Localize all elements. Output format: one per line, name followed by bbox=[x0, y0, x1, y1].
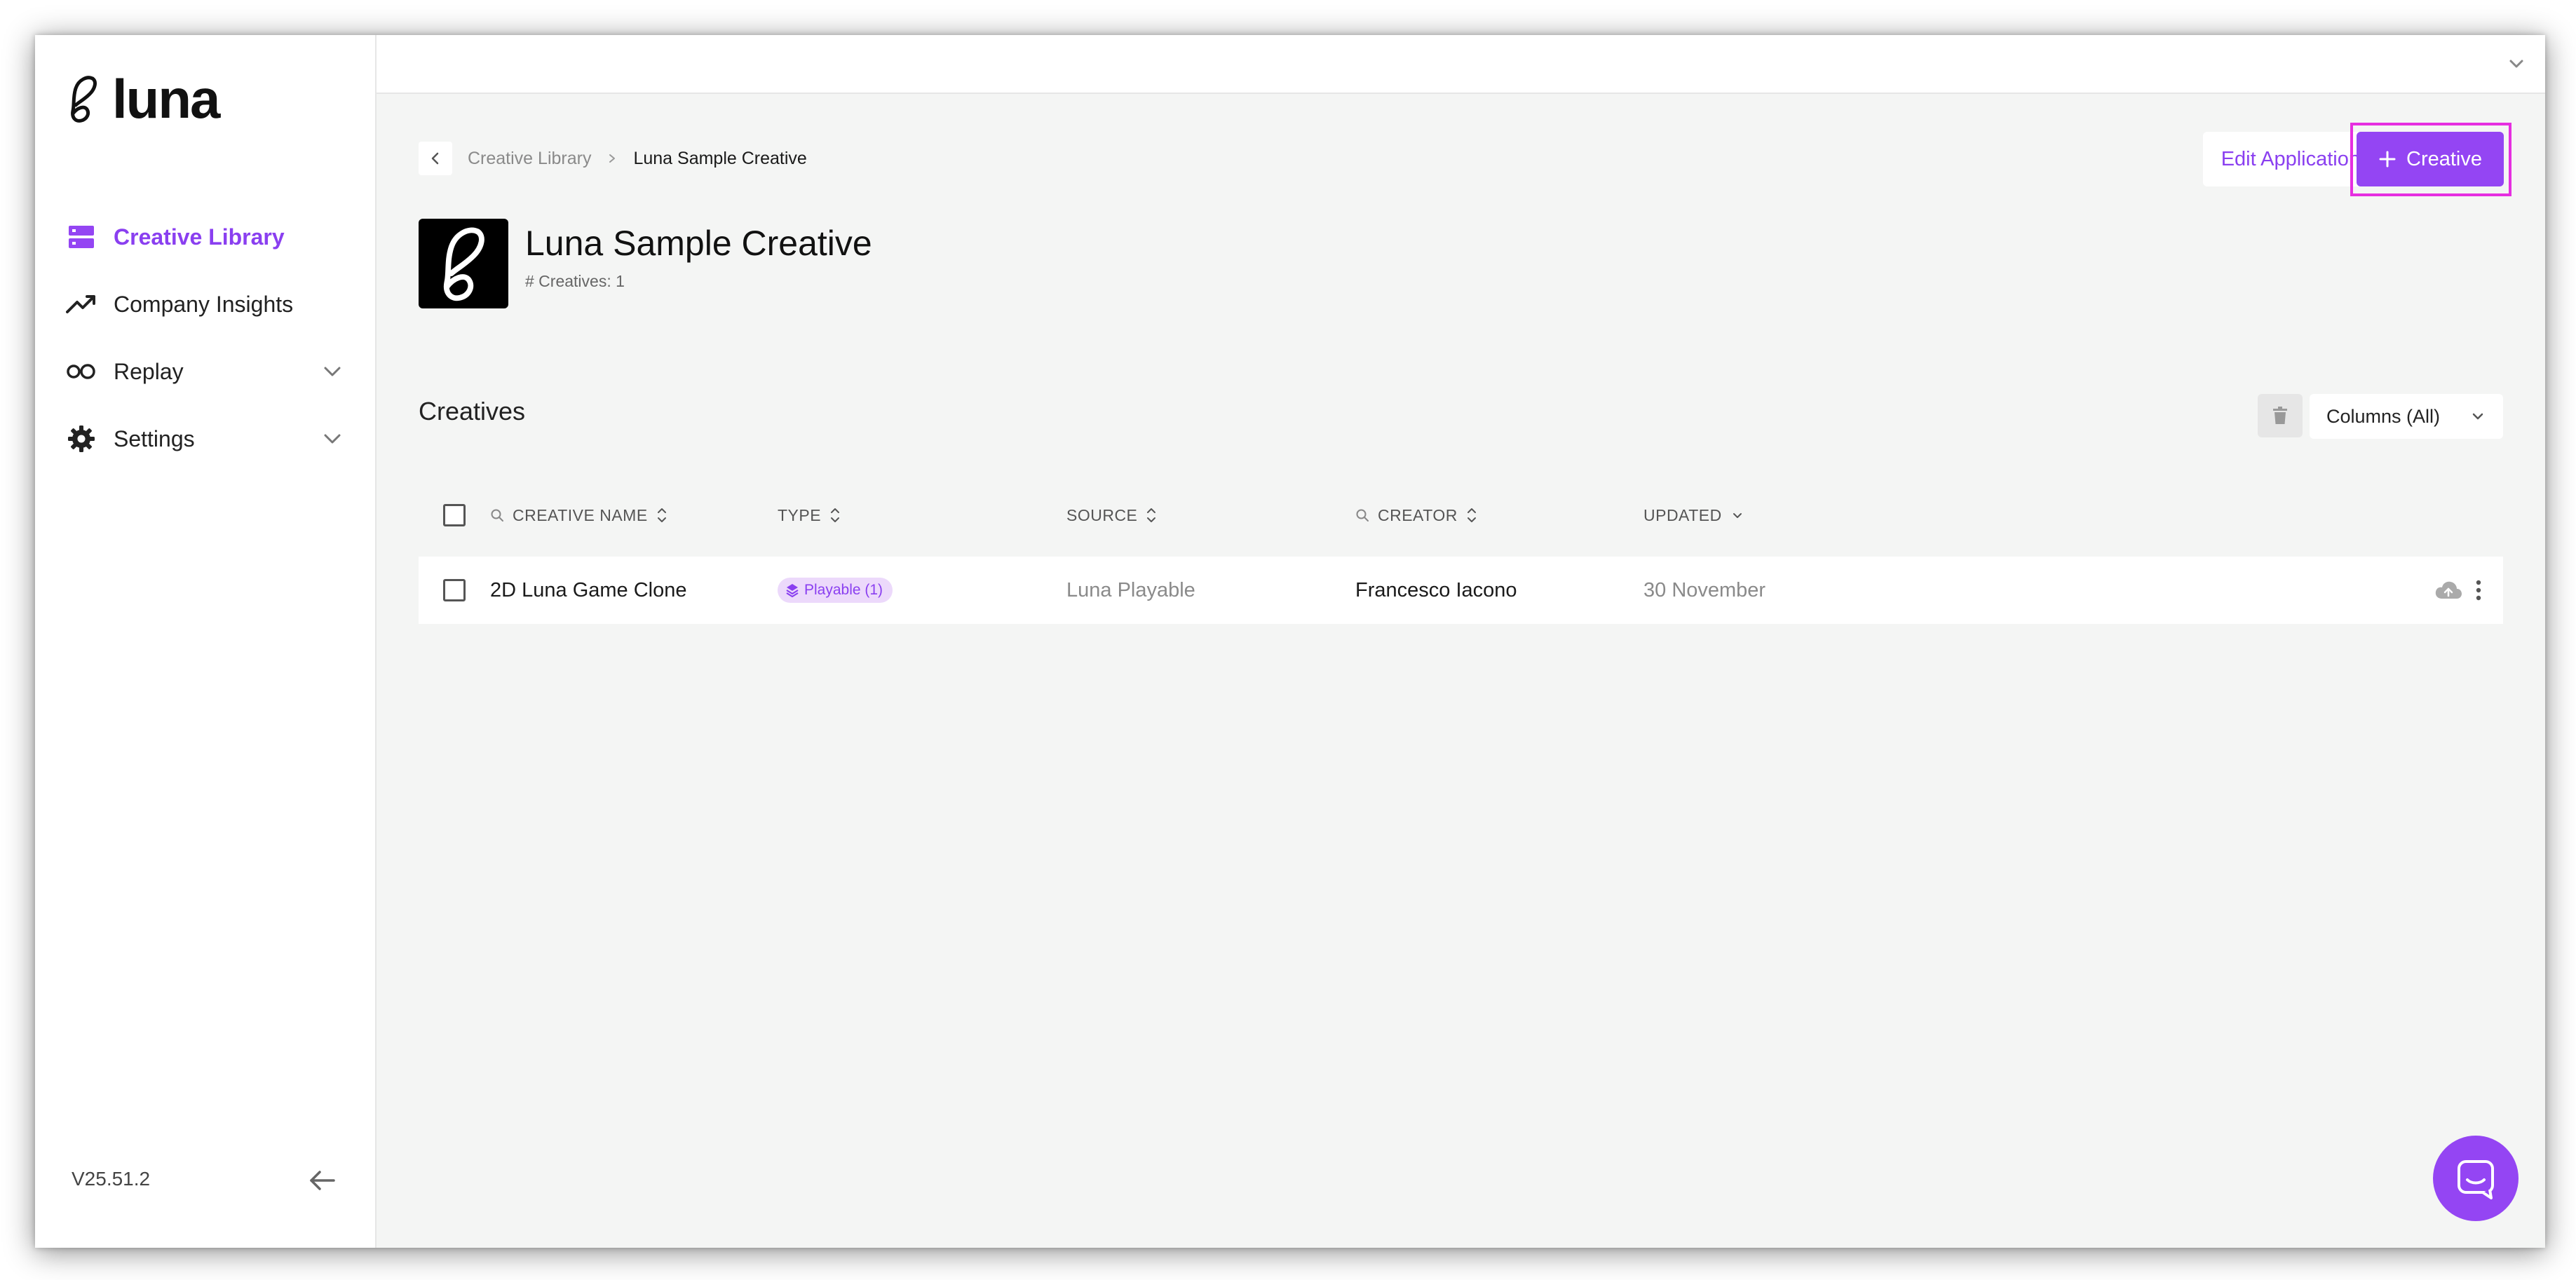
sidebar-item-replay[interactable]: Replay bbox=[66, 338, 346, 405]
column-header-source[interactable]: SOURCE bbox=[1066, 506, 1355, 525]
sidebar-item-company-insights[interactable]: Company Insights bbox=[66, 271, 346, 338]
chevron-down-icon[interactable] bbox=[1730, 508, 1744, 522]
column-header-updated[interactable]: UPDATED bbox=[1643, 506, 1924, 525]
chevron-down-icon bbox=[2472, 413, 2483, 420]
gear-icon bbox=[66, 423, 97, 454]
breadcrumb-current: Luna Sample Creative bbox=[633, 148, 807, 168]
row-select-cell bbox=[419, 579, 490, 601]
search-icon[interactable] bbox=[1355, 508, 1369, 522]
row-actions bbox=[2434, 557, 2482, 624]
chat-icon bbox=[2458, 1160, 2494, 1199]
top-bar bbox=[377, 35, 2545, 94]
column-header-label: UPDATED bbox=[1643, 505, 1722, 524]
creator-cell: Francesco Iacono bbox=[1355, 578, 1517, 601]
chevron-down-icon[interactable] bbox=[321, 360, 344, 383]
cloud-upload-icon[interactable] bbox=[2434, 580, 2462, 601]
column-header-name[interactable]: CREATIVE NAME bbox=[490, 506, 778, 525]
sidebar-item-creative-library[interactable]: Creative Library bbox=[66, 203, 346, 271]
columns-select[interactable]: Columns (All) bbox=[2310, 394, 2503, 439]
app-avatar bbox=[419, 219, 508, 308]
breadcrumb-link-creative-library[interactable]: Creative Library bbox=[468, 149, 591, 169]
back-button[interactable] bbox=[419, 142, 452, 175]
row-checkbox[interactable] bbox=[443, 579, 466, 601]
sort-icon[interactable] bbox=[656, 506, 667, 524]
sidebar-item-label: Creative Library bbox=[114, 224, 285, 250]
delete-button[interactable] bbox=[2258, 394, 2303, 437]
column-header-type[interactable]: TYPE bbox=[778, 506, 1066, 525]
playable-icon bbox=[786, 584, 799, 597]
column-header-label: CREATOR bbox=[1378, 505, 1458, 524]
chevron-down-icon[interactable] bbox=[2504, 52, 2528, 76]
luna-logo-icon bbox=[443, 227, 484, 301]
trending-up-icon bbox=[66, 289, 97, 320]
trash-icon bbox=[2273, 407, 2287, 424]
updated-cell: 30 November bbox=[1643, 578, 1766, 601]
more-vertical-icon[interactable] bbox=[2475, 579, 2482, 601]
sidebar-item-label: Replay bbox=[114, 358, 184, 384]
chevron-left-icon bbox=[431, 152, 439, 165]
column-header-creator[interactable]: CREATOR bbox=[1355, 506, 1643, 525]
select-all-cell bbox=[419, 504, 490, 526]
chat-button[interactable] bbox=[2433, 1136, 2519, 1221]
sidebar: luna Creative Library Company Insights R… bbox=[35, 35, 377, 1248]
sidebar-item-settings[interactable]: Settings bbox=[66, 405, 346, 472]
sort-icon[interactable] bbox=[829, 506, 841, 524]
add-creative-label: Creative bbox=[2406, 147, 2482, 170]
page-title: Luna Sample Creative bbox=[525, 224, 872, 263]
plus-icon bbox=[2379, 151, 2396, 168]
arrow-left-icon[interactable] bbox=[306, 1164, 339, 1197]
type-badge: Playable (1) bbox=[778, 578, 893, 603]
breadcrumb: Creative Library Luna Sample Creative bbox=[419, 142, 807, 175]
creatives-count: # Creatives: 1 bbox=[525, 272, 625, 290]
sidebar-item-label: Company Insights bbox=[114, 291, 294, 317]
sidebar-item-label: Settings bbox=[114, 425, 195, 451]
sort-icon[interactable] bbox=[1466, 506, 1477, 524]
chevron-down-icon[interactable] bbox=[321, 428, 344, 450]
table-header: CREATIVE NAME TYPE SOURCE CREATOR UPDATE… bbox=[419, 484, 2503, 547]
section-title: Creatives bbox=[419, 397, 526, 425]
search-icon[interactable] bbox=[490, 508, 504, 522]
source-cell: Luna Playable bbox=[1066, 578, 1195, 601]
luna-wordmark: luna bbox=[112, 68, 220, 130]
column-header-label: CREATIVE NAME bbox=[513, 505, 648, 524]
database-icon bbox=[66, 222, 97, 252]
creative-name[interactable]: 2D Luna Game Clone bbox=[490, 579, 778, 602]
chevron-right-icon bbox=[609, 154, 616, 163]
column-header-label: TYPE bbox=[778, 505, 822, 524]
columns-select-value: Columns (All) bbox=[2326, 405, 2441, 427]
type-badge-label: Playable (1) bbox=[804, 582, 883, 598]
app-title-block: Luna Sample Creative # Creatives: 1 bbox=[525, 219, 872, 291]
luna-logo-icon bbox=[71, 76, 97, 123]
table-row[interactable]: 2D Luna Game Clone Playable (1) Luna Pla… bbox=[419, 557, 2503, 624]
infinity-icon bbox=[66, 356, 97, 387]
creatives-table: CREATIVE NAME TYPE SOURCE CREATOR UPDATE… bbox=[419, 484, 2503, 624]
main-content: Creative Library Luna Sample Creative Ed… bbox=[377, 35, 2545, 1248]
column-header-label: SOURCE bbox=[1066, 505, 1138, 524]
app-window: luna Creative Library Company Insights R… bbox=[35, 35, 2545, 1248]
add-creative-button[interactable]: Creative bbox=[2357, 132, 2504, 186]
app-version: V25.51.2 bbox=[72, 1168, 151, 1190]
select-all-checkbox[interactable] bbox=[443, 504, 466, 526]
luna-logo[interactable]: luna bbox=[66, 68, 220, 130]
type-cell: Playable (1) bbox=[778, 578, 1066, 603]
app-header: Luna Sample Creative # Creatives: 1 bbox=[419, 219, 872, 308]
sort-icon[interactable] bbox=[1146, 506, 1157, 524]
sidebar-nav: Creative Library Company Insights Replay… bbox=[66, 203, 346, 472]
